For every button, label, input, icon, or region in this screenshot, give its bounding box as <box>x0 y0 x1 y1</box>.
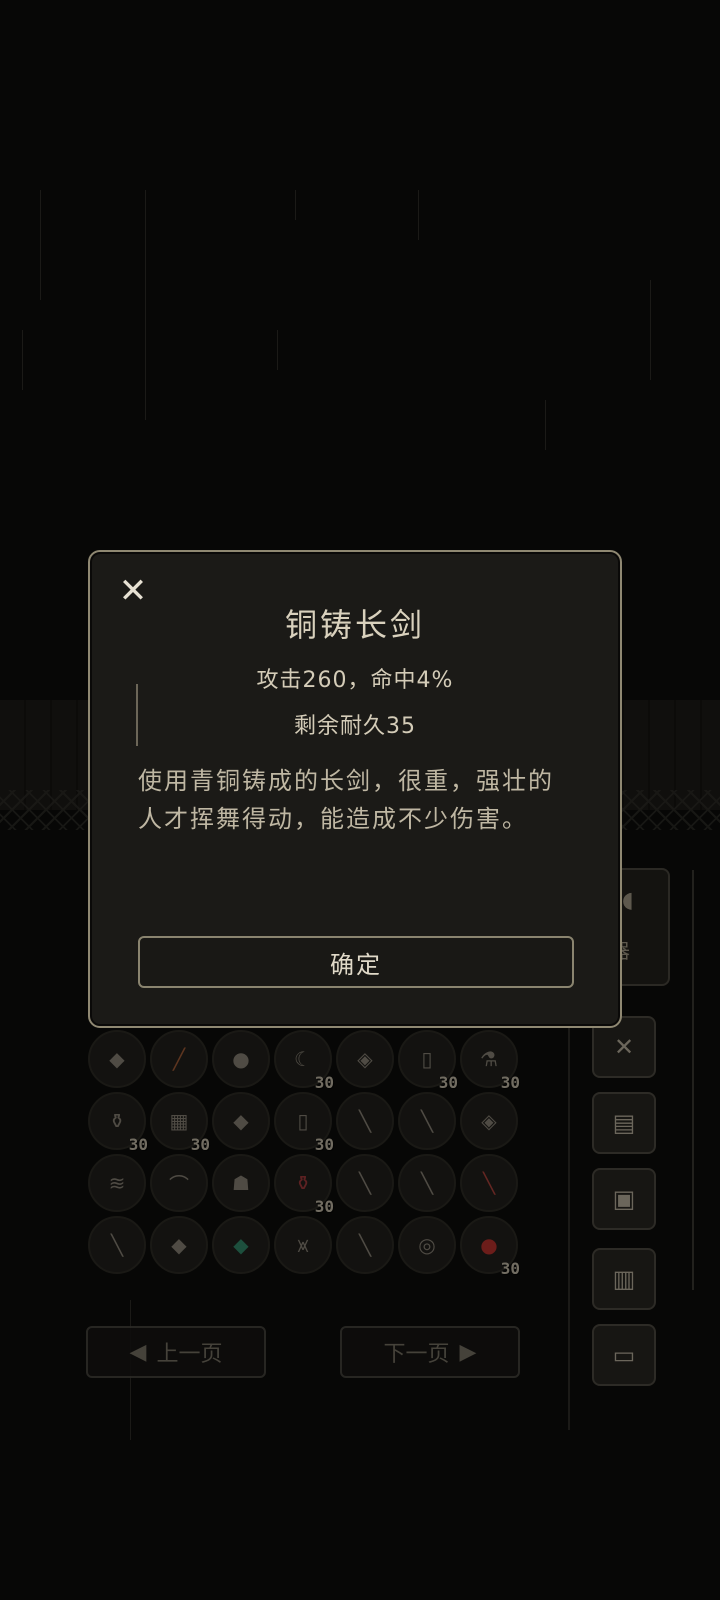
inventory-slot[interactable]: ☾ 30 <box>274 1030 334 1092</box>
inventory-slot[interactable]: ▯ 30 <box>274 1092 334 1154</box>
door-tab[interactable]: ▥ <box>592 1248 656 1310</box>
crystal-icon: ◆ <box>171 1233 187 1257</box>
inventory-slot[interactable]: ◆ <box>88 1030 146 1088</box>
document-icon: ▤ <box>612 1109 636 1137</box>
bow-icon: ⌒ <box>169 1172 189 1197</box>
bottle-icon: ▯ <box>421 1047 433 1071</box>
door-icon: ▥ <box>612 1265 636 1293</box>
inventory-slot[interactable]: ▦ 30 <box>150 1092 210 1154</box>
item-count: 30 <box>438 1073 458 1092</box>
rain-streak <box>22 330 23 390</box>
confirm-label: 确定 <box>330 950 382 979</box>
bottle-icon: ▯ <box>297 1109 309 1133</box>
ore-icon: ◈ <box>357 1047 373 1071</box>
inventory-slot[interactable]: ⩙ <box>274 1216 332 1274</box>
computer-tab[interactable]: ▭ <box>592 1324 656 1386</box>
inventory-grid: ◆ ╱ ● ☾ 30 ◈ ▯ 30 ⚗ 30 ⚱ 30 ▦ 30 ◆ ▯ 30 ╲ ╲ ◈ ≋ ⌒ ☗ ⚱ 30 ╲ ╲ ╲ ╲ ◆ ◆ ⩙ ╲… <box>88 1030 528 1290</box>
inventory-slot[interactable]: ◈ <box>460 1092 518 1150</box>
inventory-slot[interactable]: ⚱ 30 <box>88 1092 148 1154</box>
inventory-slot[interactable]: ╲ <box>398 1092 456 1150</box>
sword-icon: ╲ <box>420 1171 434 1195</box>
crossed-swords-icon: ✕ <box>613 1033 635 1061</box>
map-tab[interactable]: ▣ <box>592 1168 656 1230</box>
inventory-slot[interactable]: ╲ <box>460 1154 518 1212</box>
potion-icon: ⚱ <box>108 1109 126 1133</box>
rain-streak <box>418 190 419 240</box>
robe-icon: ⩙ <box>297 1233 309 1257</box>
inventory-slot[interactable]: ◎ <box>398 1216 456 1274</box>
item-count: 30 <box>314 1073 334 1092</box>
knife-icon: ╲ <box>358 1233 372 1257</box>
inventory-slot[interactable]: ☗ <box>212 1154 270 1212</box>
inventory-slot[interactable]: ▯ 30 <box>398 1030 458 1092</box>
rain-streak <box>650 280 651 380</box>
ore-icon: ◈ <box>481 1109 497 1133</box>
prev-page-label: 上一页 <box>156 1342 223 1367</box>
item-attack-stats: 攻击260，命中4% <box>256 668 454 693</box>
inventory-slot[interactable]: ╲ <box>336 1216 394 1274</box>
inventory-slot[interactable]: ◆ <box>150 1216 208 1274</box>
item-count: 30 <box>500 1259 520 1278</box>
rain-streak <box>145 190 146 420</box>
inventory-slot[interactable]: ⚗ 30 <box>460 1030 520 1092</box>
scroll-indicator <box>136 684 138 746</box>
inventory-slot[interactable]: ● 30 <box>460 1216 520 1278</box>
torch-icon: ╱ <box>172 1047 186 1071</box>
apple-icon: ● <box>480 1233 498 1257</box>
rain-streak <box>545 400 546 450</box>
inventory-slot[interactable]: ◆ <box>212 1216 270 1274</box>
next-page-label: 下一页 <box>383 1342 450 1367</box>
green-crystal-icon: ◆ <box>233 1233 249 1257</box>
knife-icon: ╲ <box>110 1233 124 1257</box>
scroll-icon: ≋ <box>108 1171 126 1195</box>
item-count: 30 <box>500 1073 520 1092</box>
crystal-icon: ◆ <box>109 1047 125 1071</box>
inventory-slot[interactable]: ● <box>212 1030 270 1088</box>
computer-icon: ▭ <box>612 1341 636 1369</box>
flask-icon: ⚗ <box>480 1047 498 1071</box>
item-title: 铜铸长剑 <box>284 606 425 644</box>
next-page-button[interactable]: 下一页 ▶ <box>340 1326 520 1378</box>
item-count: 30 <box>314 1135 334 1154</box>
notes-tab[interactable]: ▤ <box>592 1092 656 1154</box>
inventory-slot[interactable]: ╲ <box>398 1154 456 1212</box>
item-count: 30 <box>314 1197 334 1216</box>
red-potion-icon: ⚱ <box>294 1171 312 1195</box>
inventory-slot[interactable]: ≋ <box>88 1154 146 1212</box>
arrow-left-icon: ◀ <box>129 1339 147 1365</box>
rain-streak <box>295 190 296 220</box>
armor-icon: ☗ <box>232 1171 250 1195</box>
inventory-slot[interactable]: ⚱ 30 <box>274 1154 334 1216</box>
shield-icon: ◎ <box>418 1233 436 1257</box>
rain-streak <box>277 330 278 370</box>
inventory-slot[interactable]: ⌒ <box>150 1154 208 1212</box>
arrow-right-icon: ▶ <box>459 1339 477 1365</box>
inventory-slot[interactable]: ╱ <box>150 1030 208 1088</box>
sword-icon: ╲ <box>358 1171 372 1195</box>
crystal-icon: ◆ <box>233 1109 249 1133</box>
berries-icon: ● <box>232 1047 250 1071</box>
knife-icon: ╲ <box>358 1109 372 1133</box>
item-count: 30 <box>128 1135 148 1154</box>
sword-icon: ╲ <box>420 1109 434 1133</box>
item-description: 使用青铜铸成的长剑，很重，强壮的人才挥舞得动，能造成不少伤害。 <box>138 767 554 833</box>
prev-page-button[interactable]: ◀ 上一页 <box>86 1326 266 1378</box>
confirm-button[interactable]: 确定 <box>138 936 574 988</box>
red-sword-icon: ╲ <box>482 1171 496 1195</box>
inventory-slot[interactable]: ◆ <box>212 1092 270 1150</box>
item-detail-dialog: ✕ 铜铸长剑 攻击260，命中4% 剩余耐久35 使用青铜铸成的长剑，很重，强壮… <box>88 550 622 1028</box>
inventory-slot[interactable]: ╲ <box>336 1092 394 1150</box>
inventory-slot[interactable]: ◈ <box>336 1030 394 1088</box>
inventory-slot[interactable]: ╲ <box>88 1216 146 1274</box>
item-durability: 剩余耐久35 <box>294 714 416 739</box>
cloth-icon: ▦ <box>169 1109 189 1133</box>
item-count: 30 <box>190 1135 210 1154</box>
inventory-slot[interactable]: ╲ <box>336 1154 394 1212</box>
horn-icon: ☾ <box>294 1047 312 1071</box>
map-icon: ▣ <box>612 1185 636 1213</box>
rain-streak <box>40 190 41 300</box>
